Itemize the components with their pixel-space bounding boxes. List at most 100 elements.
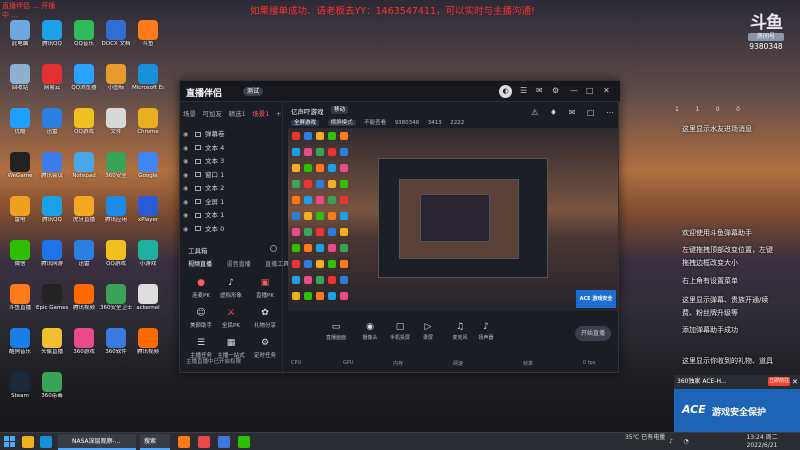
tool-button[interactable]: ▦ 主播一站式 [216, 337, 246, 359]
desktop-icon[interactable]: Epic Games [36, 284, 68, 312]
settings-icon[interactable]: ⚙ [552, 86, 559, 95]
douyu-taskbar-icon[interactable] [178, 436, 190, 448]
desktop-icon[interactable]: Google [132, 152, 164, 180]
ace-popup[interactable]: 360独家 ACE-H... 立即前往 ✕ ACE 游戏安全保护 [674, 375, 800, 433]
lock-icon[interactable] [195, 185, 201, 191]
eye-icon[interactable]: ◉ [183, 223, 193, 237]
desktop-icon[interactable]: 腾讯会议 [36, 152, 68, 180]
desktop-icon[interactable]: Chrome [132, 108, 164, 136]
start-live-button[interactable]: 开始直播 [575, 326, 611, 341]
more-icon[interactable]: ⋯ [606, 108, 614, 117]
desktop-icon[interactable]: 迅雷 [68, 240, 100, 268]
taskbar-window-nasa[interactable]: NASA深层观察-... [58, 434, 136, 450]
desktop-icon[interactable]: 腾讯网游 [36, 240, 68, 268]
source-tool-button[interactable]: ◉ 摄像头 [357, 322, 383, 341]
maximize-icon[interactable]: □ [586, 86, 594, 95]
category-pill[interactable]: 全屏游戏 [291, 120, 320, 126]
desktop-icon[interactable]: 斗鱼直播 [4, 284, 36, 312]
desktop-icon[interactable]: 网易云 [36, 64, 68, 92]
source-row[interactable]: ◉ 全屏 1 [183, 196, 279, 210]
eye-icon[interactable]: ◉ [183, 155, 193, 169]
tool-button[interactable]: ⚙ 定时任务 [250, 337, 280, 359]
eye-icon[interactable]: ◉ [183, 182, 193, 196]
source-row[interactable]: ◉ 文本 3 [183, 155, 279, 169]
eye-icon[interactable]: ◉ [183, 196, 193, 210]
source-row[interactable]: ◉ 弹幕卷 [183, 128, 279, 142]
eye-icon[interactable]: ◉ [183, 128, 193, 142]
source-tool-button[interactable]: ▷ 录屏 [415, 322, 441, 341]
lock-icon[interactable] [195, 212, 201, 218]
desktop-icon[interactable]: QQ游戏 [100, 240, 132, 268]
toolbox-settings-icon[interactable] [270, 245, 277, 252]
desktop-icon[interactable]: 小图标 [100, 64, 132, 92]
tool-button[interactable]: ☰ 主播任务 [186, 337, 216, 359]
taskbar-window-search[interactable]: 搜索 [140, 434, 170, 450]
desktop-icon[interactable]: 头像直播 [36, 328, 68, 356]
clock[interactable]: 13:24 周二 2022/6/21 [738, 434, 786, 450]
message-icon[interactable]: ✉ [536, 86, 543, 95]
source-row[interactable]: ◉ 窗口 1 [183, 169, 279, 183]
desktop-icon[interactable]: 360软件 [100, 328, 132, 356]
edge-icon[interactable] [40, 436, 52, 448]
desktop-icon[interactable]: Notepad [68, 152, 100, 180]
ace-go-button[interactable]: 立即前往 [768, 377, 790, 386]
desktop-icon[interactable]: 微信 [4, 240, 36, 268]
lock-icon[interactable] [195, 145, 201, 150]
desktop-icon[interactable]: 360游戏 [68, 328, 100, 356]
eye-icon[interactable]: ◉ [183, 169, 193, 183]
desktop-icon[interactable]: Microsoft Edge [132, 64, 164, 92]
room-title[interactable]: 亿声吓游戏 [291, 106, 324, 116]
desktop-icon[interactable]: Steam [4, 372, 36, 400]
tool-tab-voice[interactable]: 语音直播 [227, 261, 251, 268]
desktop-icon[interactable]: 360安全 [100, 152, 132, 180]
desktop-icon[interactable]: 360安全卫士 [100, 284, 132, 312]
desktop-icon[interactable]: 360杀毒 [36, 372, 68, 400]
lock-icon[interactable] [195, 226, 201, 231]
desktop-icon[interactable]: 小游戏 [132, 240, 164, 268]
live-companion-taskbar-icon[interactable] [198, 436, 210, 448]
eye-icon[interactable]: ◉ [183, 142, 193, 156]
scene-tab[interactable]: 场景 [183, 110, 196, 118]
source-tool-button[interactable]: ♪ 扬声器 [473, 322, 499, 341]
desktop-icon[interactable]: 虎牙直播 [68, 196, 100, 224]
source-tool-button[interactable]: ▭ 直播画面 [323, 322, 349, 341]
warning-icon[interactable]: ⚠ [531, 108, 538, 117]
tool-button[interactable]: ☺ 美颜助手 [186, 307, 216, 329]
app-taskbar-icon[interactable] [218, 436, 230, 448]
scene-tab[interactable]: 可加友 [203, 110, 223, 118]
desktop-icon[interactable]: xPlayer [132, 196, 164, 224]
scene-tab[interactable]: 精选1 [229, 110, 246, 118]
desktop-icon[interactable]: 文件 [100, 108, 132, 136]
weather-status[interactable]: 35℃ 已有电量 [625, 434, 665, 442]
desktop-icon[interactable]: WeGame [4, 152, 36, 180]
avatar[interactable]: ◐ [499, 85, 512, 98]
lock-icon[interactable] [195, 131, 201, 137]
desktop-icon[interactable]: 腾讯视频 [68, 284, 100, 312]
desktop-icon[interactable]: 此电脑 [4, 20, 36, 48]
volume-icon[interactable]: ♪ [665, 438, 677, 446]
desktop-icon[interactable]: 腾讯QQ [36, 20, 68, 48]
desktop-icon[interactable]: QQ浏览器 [68, 64, 100, 92]
danmaku-assistant[interactable]: 1 1 0 0 这里显示水友进场消息 欢迎使用斗鱼弹幕助手 左键拖拽顶部改变位置，左… [620, 100, 800, 375]
minimize-icon[interactable]: — [570, 86, 578, 95]
scene-tab-active[interactable]: 场景1 [252, 110, 269, 118]
source-row[interactable]: ◉ 文本 4 [183, 142, 279, 156]
lock-icon[interactable] [195, 172, 201, 177]
desktop-icon[interactable]: 腾讯应用 [100, 196, 132, 224]
tool-button[interactable]: ▣ 直播PK [250, 277, 280, 299]
desktop-icon[interactable]: 酷狗音乐 [4, 328, 36, 356]
desktop-icon[interactable]: 腾讯视频 [132, 328, 164, 356]
close-icon[interactable]: ✕ [792, 375, 798, 389]
desktop-icon[interactable]: 腾讯QQ [36, 196, 68, 224]
stream-preview[interactable]: ACE 游戏安全 [288, 128, 618, 311]
desktop-icon[interactable]: QQ游戏 [68, 108, 100, 136]
desktop-icon[interactable]: 回收站 [4, 64, 36, 92]
tool-button[interactable]: ✿ 礼物分享 [250, 307, 280, 329]
desktop-icon[interactable]: 雷电 [4, 196, 36, 224]
desktop-icon[interactable]: 迅雷 [36, 108, 68, 136]
mode-pill[interactable]: 横屏模式 [327, 120, 356, 126]
desktop-icon[interactable]: 斗鱼 [132, 20, 164, 48]
source-row[interactable]: ◉ 文本 0 [183, 223, 279, 237]
desktop-icon[interactable]: ackernel [132, 284, 164, 312]
mail-icon[interactable]: ✉ [569, 108, 576, 117]
